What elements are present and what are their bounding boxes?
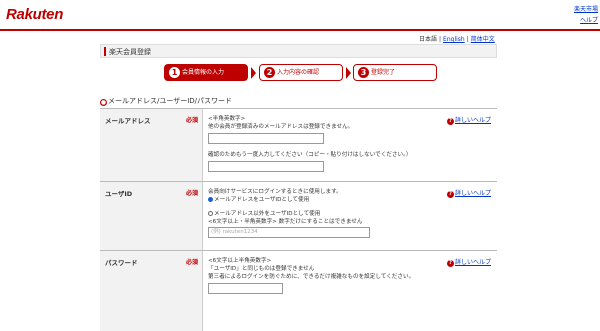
required-badge: 必須 — [186, 259, 199, 266]
userid-row: ユーザID 必須 会員向けサービスにログインするときに使用します。 メールアドレ… — [100, 182, 497, 251]
userid-label: ユーザID — [105, 190, 133, 198]
help-question-icon: ? — [446, 260, 454, 267]
email-row: メールアドレス 必須 <半角英数字> 他の会員が登録済みのメールアドレスは登録で… — [100, 109, 497, 182]
radio-selected-icon[interactable] — [208, 197, 213, 202]
step-arrow-icon — [346, 67, 351, 79]
password-note-2: 第三者によるログインを防ぐために、できるだけ複雑なものを設定してください。 — [208, 274, 415, 280]
step-2-number: 2 — [264, 67, 275, 78]
rakuten-logo[interactable]: Rakuten — [6, 6, 63, 23]
step-1-number: 1 — [169, 67, 180, 78]
header-links: 楽天市場 ヘルプ — [574, 4, 598, 26]
lang-chinese-link[interactable]: 简体中文 — [471, 36, 495, 43]
step-arrow-icon — [251, 67, 256, 79]
top-bar: Rakuten 楽天市場 ヘルプ — [0, 0, 600, 31]
email-help[interactable]: ? 詳しいヘルプ — [446, 115, 491, 125]
password-label: パスワード — [105, 259, 138, 267]
step-3: 3 登録完了 — [353, 64, 437, 81]
userid-input[interactable]: (例) rakuten1234 — [208, 227, 370, 238]
page-title-bar: 楽天会員登録 — [100, 44, 497, 58]
email-confirm-note: 確認のためもう一度入力してください（コピー・貼り付けはしないでください。） — [208, 152, 412, 158]
userid-label-cell: ユーザID 必須 — [100, 182, 203, 250]
email-help-link[interactable]: 詳しいヘルプ — [455, 117, 491, 124]
registration-form: メールアドレス 必須 <半角英数字> 他の会員が登録済みのメールアドレスは登録で… — [100, 108, 497, 331]
userid-option-email-label: メールアドレスをユーザIDとして使用 — [214, 197, 310, 203]
password-row: パスワード 必須 <6文字以上半角英数字> 「ユーザID」と同じものは登録できま… — [100, 251, 497, 331]
language-switcher: 日本語 | English | 简体中文 — [419, 36, 495, 43]
step-2: 2 入力内容の確認 — [259, 64, 343, 81]
title-accent — [104, 47, 106, 56]
step-1: 1 会員情報の入力 — [164, 64, 248, 81]
required-badge: 必須 — [186, 190, 199, 197]
email-label-cell: メールアドレス 必須 — [100, 109, 203, 181]
radio-unselected-icon[interactable] — [208, 211, 213, 216]
email-confirm-input[interactable] — [208, 161, 324, 172]
userid-option-custom-label: メールアドレス以外をユーザIDとして使用 — [214, 211, 321, 217]
step-3-label: 登録完了 — [371, 69, 396, 76]
password-help[interactable]: ? 詳しいヘルプ — [446, 257, 491, 267]
help-question-icon: ? — [446, 118, 454, 125]
email-label: メールアドレス — [105, 117, 151, 125]
password-help-link[interactable]: 詳しいヘルプ — [455, 259, 491, 266]
lang-english-link[interactable]: English — [443, 36, 465, 43]
userid-help-link[interactable]: 詳しいヘルプ — [455, 190, 491, 197]
step-1-label: 会員情報の入力 — [182, 69, 225, 76]
lang-japanese: 日本語 — [419, 36, 438, 43]
section-bullet-icon: ● — [100, 99, 107, 106]
required-badge: 必須 — [186, 117, 199, 124]
section-title: メールアドレス/ユーザーID/パスワード — [108, 97, 233, 105]
userid-help[interactable]: ? 詳しいヘルプ — [446, 188, 491, 198]
registration-steps: 1 会員情報の入力 2 入力内容の確認 3 登録完了 — [164, 64, 444, 81]
step-2-label: 入力内容の確認 — [277, 69, 320, 76]
userid-placeholder: (例) rakuten1234 — [211, 229, 258, 235]
section-heading: ● メールアドレス/ユーザーID/パスワード — [100, 96, 232, 106]
page-title: 楽天会員登録 — [109, 48, 151, 56]
step-3-number: 3 — [358, 67, 369, 78]
userid-option-custom[interactable]: メールアドレス以外をユーザIDとして使用 — [208, 210, 497, 218]
email-input[interactable] — [208, 133, 324, 144]
password-input[interactable] — [208, 283, 283, 294]
password-label-cell: パスワード 必須 — [100, 251, 203, 331]
help-question-icon: ? — [446, 191, 454, 198]
rakuten-ichiba-link[interactable]: 楽天市場 — [574, 4, 598, 15]
userid-hint: <6文字以上・半角英数字> 数字だけにすることはできません — [208, 219, 363, 225]
help-link[interactable]: ヘルプ — [574, 15, 598, 26]
